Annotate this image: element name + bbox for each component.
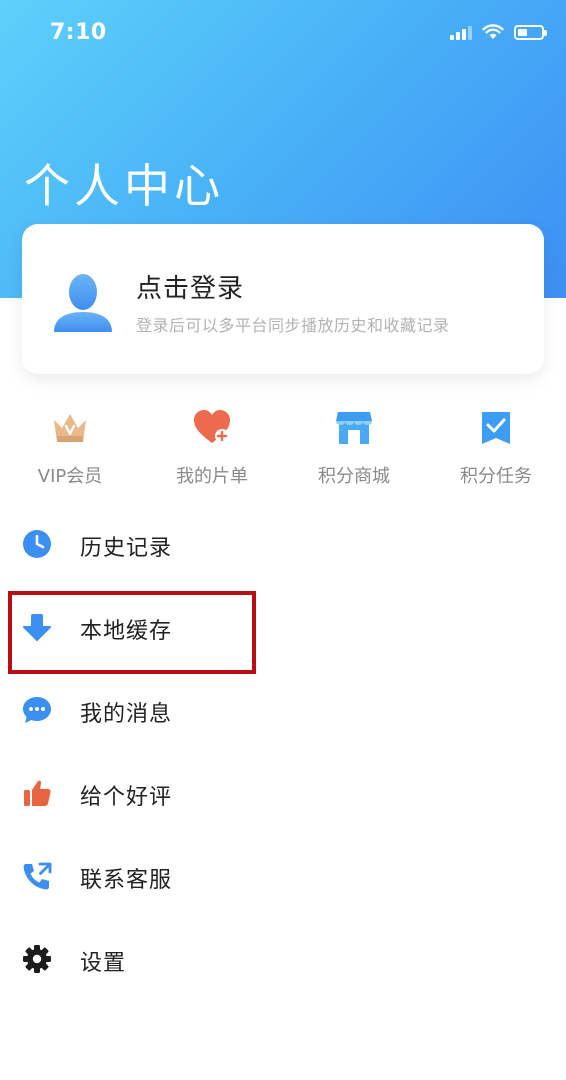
menu-item-history[interactable]: 历史记录: [0, 502, 566, 586]
task-check-icon: [482, 412, 510, 444]
menu-item-messages[interactable]: 我的消息: [0, 668, 566, 752]
clock-icon: [23, 530, 51, 558]
login-subtitle: 登录后可以多平台同步播放历史和收藏记录: [136, 316, 450, 335]
phone-icon: [23, 862, 52, 890]
heart-plus-icon: [194, 410, 230, 443]
menu-label: 联系客服: [80, 868, 173, 893]
page-title: 个人中心: [24, 159, 224, 213]
thumbs-up-icon: [24, 780, 51, 806]
menu-item-settings[interactable]: 设置: [0, 917, 566, 1001]
quick-item-points-task[interactable]: 积分任务: [436, 400, 556, 500]
avatar-icon: [54, 274, 112, 332]
gear-icon: [23, 945, 51, 973]
signal-icon: [450, 24, 472, 40]
menu-label: 设置: [80, 951, 127, 976]
login-title[interactable]: 点击登录: [136, 268, 244, 305]
menu-item-rate[interactable]: 给个好评: [0, 751, 566, 835]
quick-label: 积分商城: [318, 466, 390, 487]
battery-icon: [514, 24, 547, 40]
quick-item-points-mall[interactable]: 积分商城: [294, 400, 414, 500]
menu-label: 给个好评: [80, 785, 173, 810]
quick-label: 积分任务: [460, 466, 532, 487]
status-icons: [450, 24, 547, 40]
menu-label: 历史记录: [80, 536, 173, 561]
quick-item-vip[interactable]: VIP会员: [10, 400, 130, 500]
quick-actions: VIP会员 我的片单 积分商城 积分任务: [0, 400, 566, 500]
quick-item-playlist[interactable]: 我的片单: [152, 400, 272, 500]
menu-item-customer-service[interactable]: 联系客服: [0, 834, 566, 918]
status-bar: 7:10: [0, 0, 566, 70]
status-time: 7:10: [50, 20, 107, 45]
menu-label: 我的消息: [80, 702, 173, 727]
quick-label: 我的片单: [176, 466, 248, 487]
wifi-icon: [482, 24, 504, 39]
highlight-annotation: [8, 591, 256, 674]
login-card[interactable]: 点击登录 登录后可以多平台同步播放历史和收藏记录: [22, 224, 544, 374]
message-icon: [23, 697, 51, 723]
quick-label: VIP会员: [37, 466, 103, 487]
store-icon: [336, 412, 372, 444]
crown-icon: [54, 414, 86, 442]
